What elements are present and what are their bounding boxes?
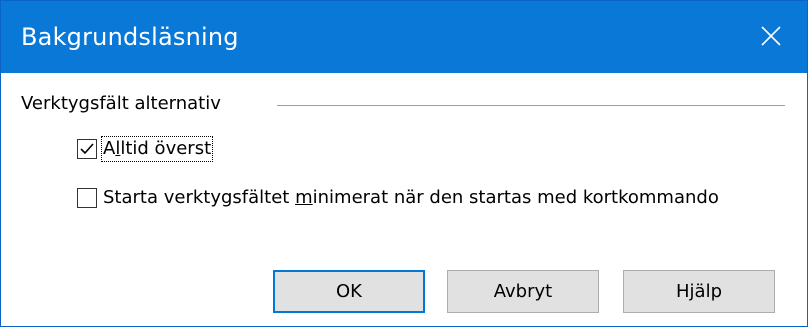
start-minimized-label: Starta verktygsfältet minimerat när den … xyxy=(103,187,719,208)
always-on-top-label: Alltid överst xyxy=(100,136,214,162)
group-label: Verktygsfält alternativ xyxy=(21,93,221,114)
window-title: Bakgrundsläsning xyxy=(21,23,239,51)
start-minimized-checkbox[interactable] xyxy=(77,188,97,208)
ok-button[interactable]: OK xyxy=(273,270,425,313)
dialog-window: Bakgrundsläsning Verktygsfält alternativ… xyxy=(0,0,808,327)
close-icon xyxy=(761,26,781,46)
title-bar[interactable]: Bakgrundsläsning xyxy=(1,1,807,73)
option-always-on-top[interactable]: Alltid överst xyxy=(77,136,214,162)
always-on-top-checkbox[interactable] xyxy=(77,139,97,159)
group-divider xyxy=(277,105,785,106)
option-start-minimized[interactable]: Starta verktygsfältet minimerat när den … xyxy=(77,187,719,209)
checkmark-icon xyxy=(80,143,94,155)
cancel-button[interactable]: Avbryt xyxy=(447,270,599,313)
close-button[interactable] xyxy=(735,1,807,73)
help-button[interactable]: Hjälp xyxy=(623,270,775,313)
